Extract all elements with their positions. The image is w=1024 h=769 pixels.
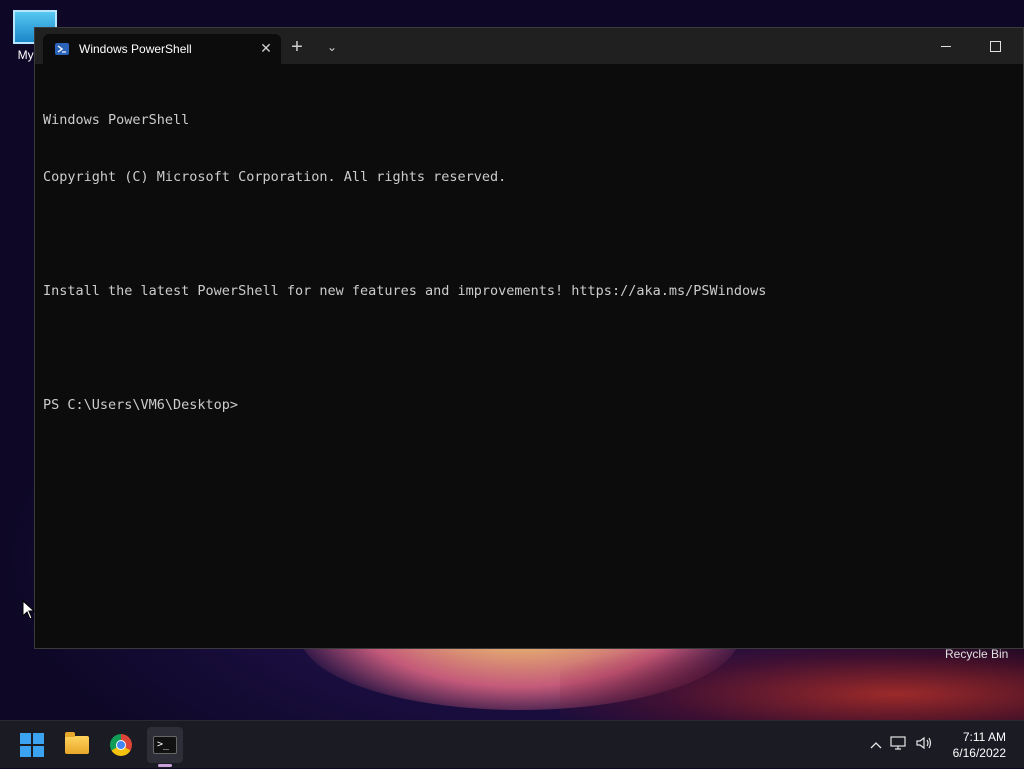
system-tray [866, 721, 936, 769]
console-line: Install the latest PowerShell for new fe… [43, 283, 767, 299]
new-tab-button[interactable]: + [285, 37, 309, 57]
desktop-icon-label: Recycle Bin [945, 647, 1009, 661]
start-button[interactable] [14, 727, 50, 763]
minimize-button[interactable] [933, 36, 961, 56]
volume-icon[interactable] [912, 736, 936, 755]
active-app-indicator [158, 764, 172, 767]
file-explorer-button[interactable] [59, 727, 95, 763]
terminal-window[interactable]: Windows PowerShell ✕ + ⌄ Windows PowerSh… [34, 27, 1024, 649]
clock[interactable]: 7:11 AM 6/16/2022 [953, 729, 1006, 761]
tab-title: Windows PowerShell [79, 42, 192, 56]
mouse-cursor-icon [22, 600, 36, 620]
chrome-button[interactable] [103, 727, 139, 763]
tab-windows-powershell[interactable]: Windows PowerShell ✕ [43, 34, 281, 64]
title-bar[interactable]: Windows PowerShell ✕ + ⌄ [35, 28, 1023, 64]
network-icon[interactable] [886, 735, 912, 755]
terminal-taskbar-button[interactable]: >_ [147, 727, 183, 763]
windows-logo-icon [20, 733, 44, 757]
console-line: Copyright (C) Microsoft Corporation. All… [43, 169, 507, 185]
clock-date: 6/16/2022 [952, 746, 1006, 760]
console-output[interactable]: Windows PowerShell Copyright (C) Microso… [43, 73, 1015, 640]
desktop-icon-recycle-bin[interactable]: Recycle Bin [945, 647, 1008, 661]
console-prompt[interactable]: PS C:\Users\VM6\Desktop> [43, 396, 1015, 415]
folder-icon [65, 732, 89, 754]
terminal-icon: >_ [153, 736, 177, 754]
clock-time: 7:11 AM [962, 730, 1006, 744]
close-tab-icon[interactable]: ✕ [259, 41, 273, 55]
maximize-button[interactable] [981, 36, 1009, 56]
console-line: Windows PowerShell [43, 112, 190, 128]
chevron-down-icon[interactable]: ⌄ [320, 37, 344, 57]
powershell-icon [55, 43, 69, 55]
chevron-up-icon[interactable] [866, 736, 886, 754]
taskbar: >_ 7:11 AM 6/16/2022 [0, 720, 1024, 768]
chrome-icon [110, 734, 132, 756]
